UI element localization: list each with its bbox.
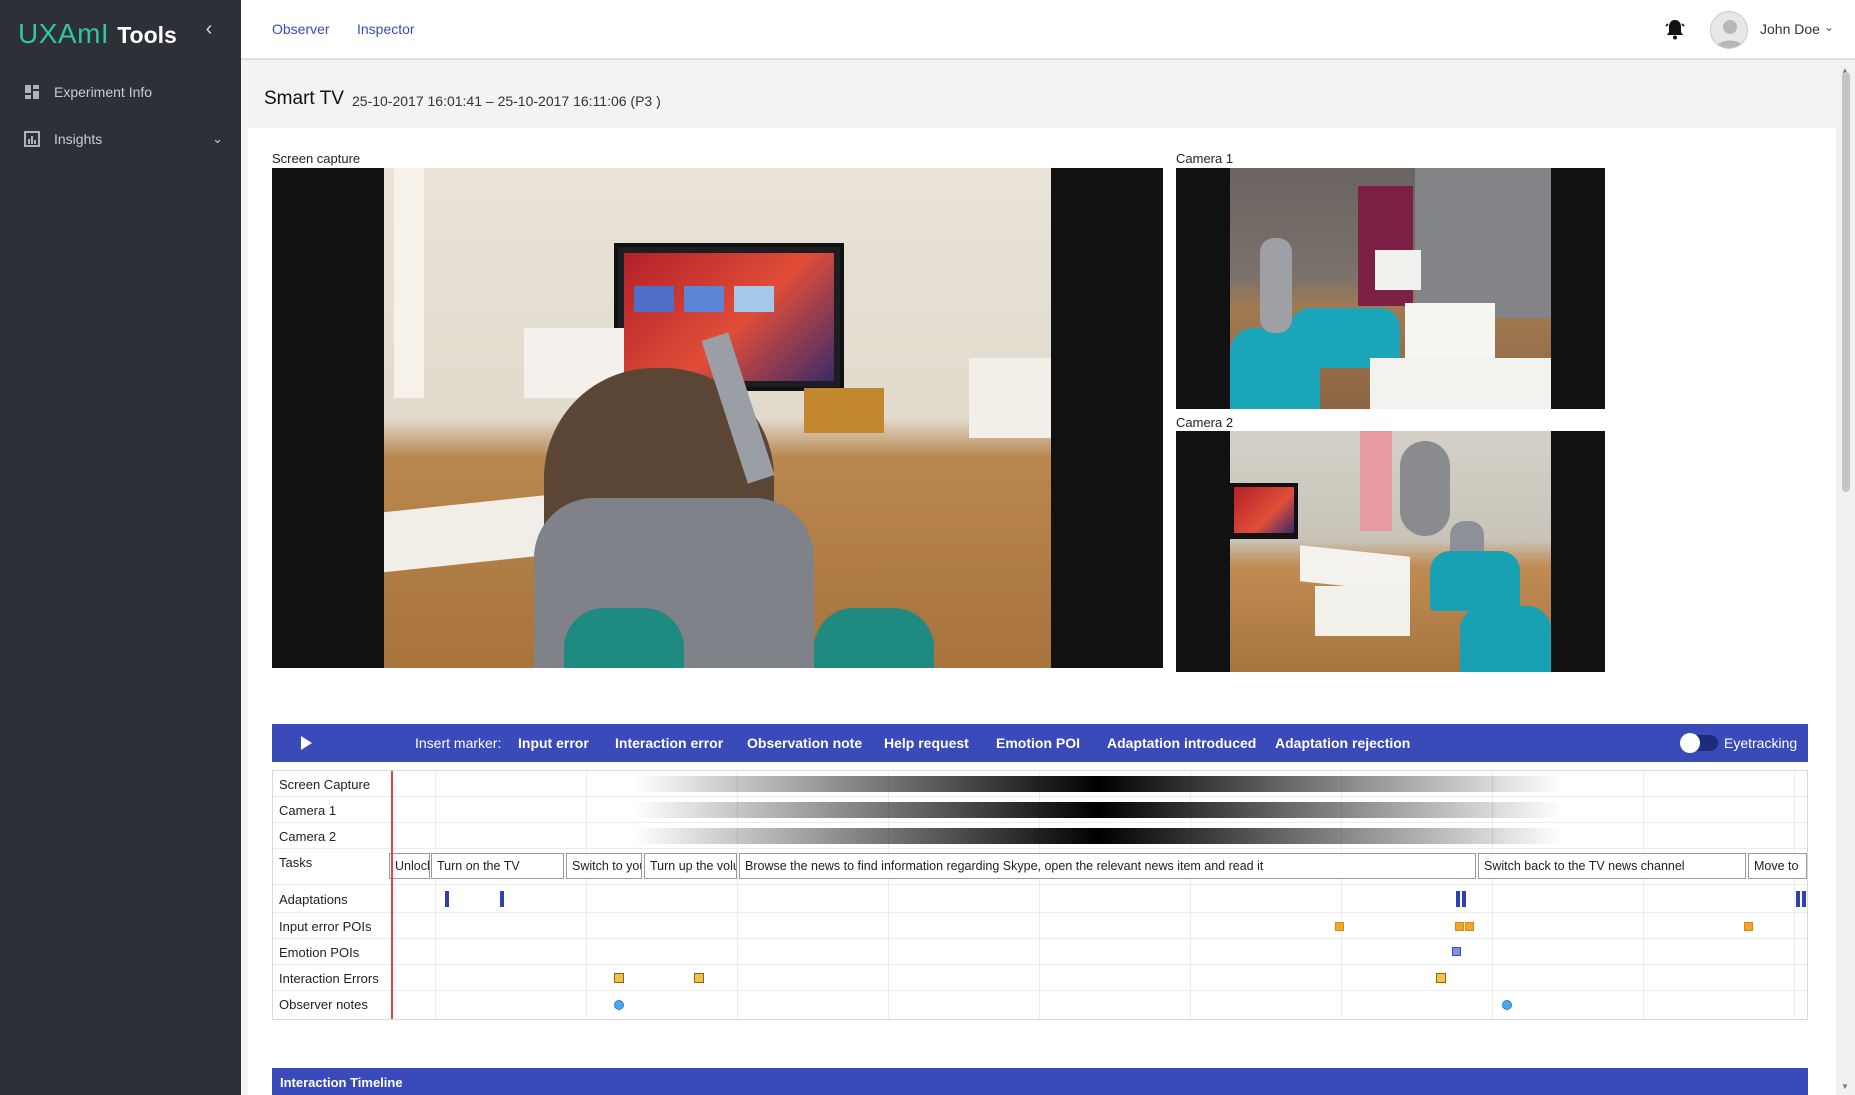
screen-capture-video[interactable] xyxy=(272,168,1163,668)
row-label: Observer notes xyxy=(279,997,368,1012)
scroll-thumb[interactable] xyxy=(1842,72,1850,492)
player-toolbar: Insert marker: Input error Interaction e… xyxy=(272,724,1808,762)
row-label: Interaction Errors xyxy=(279,971,379,986)
task-item[interactable]: Switch back to the TV news channel xyxy=(1478,853,1746,879)
sidebar: UXAmI Tools ‹ Experiment Info Insights ⌄ xyxy=(0,0,241,1095)
collapse-sidebar-icon[interactable]: ‹ xyxy=(198,18,220,40)
interaction-error-marker[interactable] xyxy=(1436,973,1446,983)
dashboard-icon xyxy=(25,85,39,99)
camera2-track[interactable] xyxy=(633,828,1563,844)
screen-capture-track[interactable] xyxy=(633,776,1563,792)
row-label: Tasks xyxy=(279,855,313,870)
chevron-down-icon[interactable]: ⌄ xyxy=(1824,20,1834,34)
video-frame xyxy=(1230,431,1551,672)
video-frame xyxy=(1230,168,1551,409)
interaction-error-marker[interactable] xyxy=(694,973,704,983)
sidebar-item-insights[interactable]: Insights ⌄ xyxy=(0,119,241,159)
marker-adaptation-rejection-button[interactable]: Adaptation rejection xyxy=(1275,735,1410,751)
task-item[interactable]: Switch to your favourite channel xyxy=(566,853,642,879)
task-item[interactable]: Turn on the TV xyxy=(431,853,564,879)
interaction-timeline-header: Interaction Timeline xyxy=(272,1068,1808,1095)
marker-help-request-button[interactable]: Help request xyxy=(884,735,969,751)
tab-inspector[interactable]: Inspector xyxy=(357,21,415,37)
task-item[interactable]: Move to xyxy=(1748,853,1807,879)
sidebar-item-label: Insights xyxy=(54,131,103,147)
adaptation-marker[interactable] xyxy=(1796,891,1800,907)
screen-capture-caption: Screen capture xyxy=(272,151,361,166)
marker-input-error-button[interactable]: Input error xyxy=(518,735,589,751)
marker-observation-note-button[interactable]: Observation note xyxy=(747,735,862,751)
row-label: Adaptations xyxy=(279,892,348,907)
adaptation-marker[interactable] xyxy=(1456,891,1460,907)
input-error-poi[interactable] xyxy=(1455,922,1464,931)
brand-main: UXAmI xyxy=(18,18,110,49)
emotion-poi[interactable] xyxy=(1452,947,1461,956)
timeline-row: Interaction Errors xyxy=(273,965,1807,991)
camera2-caption: Camera 2 xyxy=(1176,415,1234,430)
chart-icon xyxy=(24,131,40,147)
bell-icon[interactable] xyxy=(1663,17,1687,41)
marker-interaction-error-button[interactable]: Interaction error xyxy=(615,735,723,751)
camera1-track[interactable] xyxy=(633,802,1563,818)
user-icon xyxy=(1716,20,1744,48)
play-icon[interactable] xyxy=(301,736,312,750)
playhead[interactable] xyxy=(391,771,393,1019)
brand-suffix: Tools xyxy=(117,22,177,48)
timeline-row: Camera 1 xyxy=(273,797,1807,823)
observer-note-marker[interactable] xyxy=(614,1000,624,1010)
marker-adaptation-introduced-button[interactable]: Adaptation introduced xyxy=(1107,735,1256,751)
task-item[interactable]: Browse the news to find information rega… xyxy=(739,853,1476,879)
eyetracking-toggle[interactable] xyxy=(1680,733,1718,753)
insert-marker-label: Insert marker: xyxy=(415,735,502,751)
timeline-row: Screen Capture xyxy=(273,771,1807,797)
row-label: Emotion POIs xyxy=(279,945,360,960)
row-label: Camera 1 xyxy=(279,803,337,818)
task-item[interactable]: Unlock xyxy=(389,853,430,879)
input-error-poi[interactable] xyxy=(1744,922,1753,931)
page-header: Smart TV 25-10-2017 16:01:41 – 25-10-201… xyxy=(248,66,1836,128)
timeline-row: Tasks Unlock Turn on the TV Switch to yo… xyxy=(273,849,1807,885)
vertical-scrollbar[interactable]: ▲ ▼ xyxy=(1836,66,1855,1095)
timeline-row: Input error POIs xyxy=(273,913,1807,939)
sidebar-item-experiment-info[interactable]: Experiment Info xyxy=(0,72,241,112)
toggle-knob xyxy=(1680,733,1700,753)
adaptation-marker[interactable] xyxy=(1802,891,1806,907)
observer-note-marker[interactable] xyxy=(1502,1000,1512,1010)
avatar[interactable] xyxy=(1710,11,1748,49)
timeline-row: Camera 2 xyxy=(273,823,1807,849)
page-title: Smart TV xyxy=(264,88,344,109)
tab-observer[interactable]: Observer xyxy=(272,21,330,37)
adaptation-marker[interactable] xyxy=(445,891,449,907)
video-frame xyxy=(384,168,1051,668)
adaptation-marker[interactable] xyxy=(500,891,504,907)
timeline-row: Emotion POIs xyxy=(273,939,1807,965)
user-name[interactable]: John Doe xyxy=(1760,21,1820,37)
timeline-row: Observer notes xyxy=(273,991,1807,1019)
timeline-row: Adaptations xyxy=(273,885,1807,913)
chevron-down-icon: ⌄ xyxy=(212,131,223,146)
scroll-down-icon[interactable]: ▼ xyxy=(1841,1082,1849,1091)
sidebar-item-label: Experiment Info xyxy=(54,84,153,100)
page-subtitle: 25-10-2017 16:01:41 – 25-10-2017 16:11:0… xyxy=(352,93,661,109)
adaptation-marker[interactable] xyxy=(1462,891,1466,907)
row-label: Camera 2 xyxy=(279,829,337,844)
eyetracking-label: Eyetracking xyxy=(1724,735,1798,751)
input-error-poi[interactable] xyxy=(1465,922,1474,931)
row-label: Screen Capture xyxy=(279,777,371,792)
timeline-grid: Screen Capture Camera 1 Camera 2 Tasks U… xyxy=(272,770,1808,1020)
camera1-caption: Camera 1 xyxy=(1176,151,1234,166)
top-bar: Observer Inspector John Doe ⌄ xyxy=(241,0,1855,60)
camera1-video[interactable] xyxy=(1176,168,1605,409)
brand-logo[interactable]: UXAmI Tools xyxy=(18,18,177,58)
camera2-video[interactable] xyxy=(1176,431,1605,672)
marker-emotion-poi-button[interactable]: Emotion POI xyxy=(996,735,1080,751)
interaction-error-marker[interactable] xyxy=(614,973,624,983)
input-error-poi[interactable] xyxy=(1335,922,1344,931)
row-label: Input error POIs xyxy=(279,919,372,934)
task-item[interactable]: Turn up the volume xyxy=(644,853,737,879)
section-title: Interaction Timeline xyxy=(280,1075,403,1090)
